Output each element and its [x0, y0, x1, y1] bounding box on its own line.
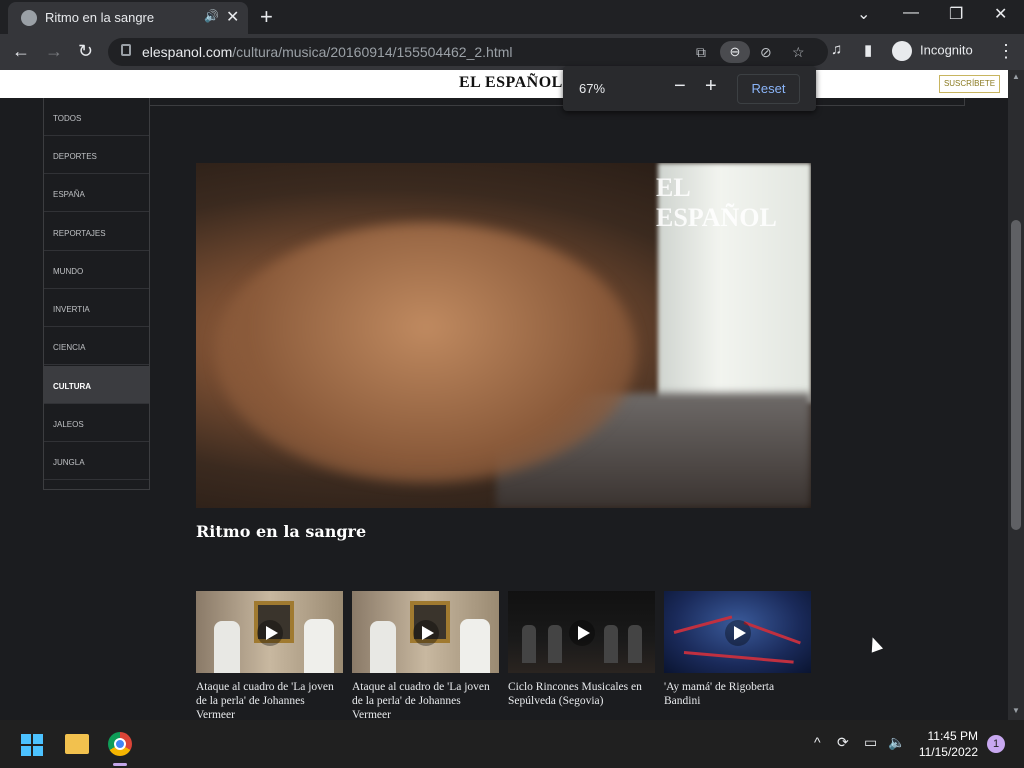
ribbon-shape	[683, 651, 794, 664]
nav-item-jaleos[interactable]: JALEOS	[44, 404, 149, 442]
related-video-card[interactable]: 'Ay mamá' de Rigoberta Bandini	[664, 591, 811, 708]
related-video-card[interactable]: Ataque al cuadro de 'La joven de la perl…	[352, 591, 499, 720]
tab-search-icon[interactable]: ⌄	[857, 4, 870, 24]
related-thumbnail[interactable]	[196, 591, 343, 673]
musician-figure	[628, 625, 642, 663]
notification-badge[interactable]: 1	[987, 735, 1005, 753]
nav-item-espana[interactable]: ESPAÑA	[44, 174, 149, 212]
related-caption[interactable]: Ataque al cuadro de 'La joven de la perl…	[352, 680, 499, 720]
divider	[964, 98, 965, 106]
person-figure	[214, 621, 240, 673]
scroll-up-arrow-icon[interactable]: ▲	[1012, 72, 1020, 81]
video-watermark: EL ESPAÑOL	[656, 173, 777, 232]
musician-figure	[522, 625, 536, 663]
related-thumbnail[interactable]	[352, 591, 499, 673]
side-panel-icon[interactable]: ▮	[864, 41, 872, 59]
restore-button[interactable]: ❐	[949, 4, 963, 24]
site-header: EL ESPAÑOL SUSCRÍBETE	[0, 70, 1008, 98]
nav-item-jungla[interactable]: JUNGLA	[44, 442, 149, 480]
related-thumbnail[interactable]	[664, 591, 811, 673]
related-thumbnail[interactable]	[508, 591, 655, 673]
menu-icon[interactable]: ⋮	[997, 41, 1015, 62]
forward-button[interactable]: →	[45, 41, 63, 62]
windows-taskbar: ^ ⟳ ▭ 🔈 11:45 PM 11/15/2022 1	[0, 720, 1024, 768]
musician-figure	[548, 625, 562, 663]
address-bar[interactable]: elespanol.com/cultura/musica/20160914/15…	[108, 38, 828, 66]
system-clock[interactable]: 11:45 PM 11/15/2022	[912, 728, 978, 760]
person-figure	[304, 619, 334, 673]
nav-item-deportes[interactable]: DEPORTES	[44, 136, 149, 174]
reload-button[interactable]: ↻	[78, 41, 93, 62]
start-button[interactable]	[21, 734, 43, 756]
incognito-icon	[892, 41, 912, 61]
scrollbar-thumb[interactable]	[1011, 220, 1021, 530]
file-explorer-icon[interactable]	[65, 734, 89, 754]
related-video-card[interactable]: Ataque al cuadro de 'La joven de la perl…	[196, 591, 343, 720]
url-text[interactable]: elespanol.com/cultura/musica/20160914/15…	[142, 44, 512, 60]
nav-item-mundo[interactable]: MUNDO	[44, 251, 149, 289]
eye-slash-icon[interactable]: ⊘	[760, 44, 772, 61]
network-icon[interactable]: ▭	[864, 734, 877, 751]
play-icon[interactable]	[257, 620, 283, 646]
play-icon[interactable]	[569, 620, 595, 646]
nav-item-cultura[interactable]: CULTURA	[44, 366, 149, 404]
divider	[150, 105, 965, 106]
nav-item-reportajes[interactable]: REPORTAJES	[44, 213, 149, 251]
scroll-down-arrow-icon[interactable]: ▼	[1012, 706, 1020, 715]
ribbon-shape	[673, 615, 733, 634]
video-frame-subject	[216, 223, 636, 483]
new-tab-button[interactable]: +	[260, 4, 273, 30]
chrome-icon[interactable]	[108, 732, 132, 756]
zoom-out-button[interactable]: −	[674, 75, 686, 98]
musician-figure	[604, 625, 618, 663]
site-logo[interactable]: EL ESPAÑOL	[459, 74, 563, 92]
nav-item-todos[interactable]: TODOS	[44, 98, 149, 136]
back-button[interactable]: ←	[12, 41, 30, 62]
section-nav: TODOS DEPORTES ESPAÑA REPORTAJES MUNDO I…	[43, 98, 150, 490]
incognito-profile[interactable]: Incognito	[892, 41, 973, 61]
media-control-icon[interactable]: ♫	[831, 41, 842, 58]
subscribe-button[interactable]: SUSCRÍBETE	[939, 75, 1000, 93]
sync-icon[interactable]: ⟳	[837, 734, 849, 751]
clock-time: 11:45 PM	[927, 729, 978, 743]
zoom-reset-button[interactable]: Reset	[737, 74, 800, 104]
ribbon-shape	[743, 621, 801, 645]
related-caption[interactable]: 'Ay mamá' de Rigoberta Bandini	[664, 680, 811, 708]
play-icon[interactable]	[413, 620, 439, 646]
browser-toolbar: ← → ↻ elespanol.com/cultura/musica/20160…	[0, 34, 1024, 70]
globe-icon	[21, 10, 37, 26]
active-app-indicator	[113, 763, 127, 766]
tray-overflow-icon[interactable]: ^	[814, 734, 821, 750]
related-caption[interactable]: Ciclo Rincones Musicales en Sepúlveda (S…	[508, 680, 655, 708]
zoom-popup: 67% − + Reset	[563, 66, 816, 111]
related-caption[interactable]: Ataque al cuadro de 'La joven de la perl…	[196, 680, 343, 720]
speaker-icon[interactable]: 🔊	[204, 9, 219, 23]
browser-tab[interactable]: Ritmo en la sangre 🔊 ✕	[8, 2, 248, 34]
close-window-button[interactable]: ✕	[994, 4, 1007, 24]
video-player[interactable]: EL ESPAÑOL	[196, 163, 811, 508]
minimize-button[interactable]: —	[903, 4, 919, 22]
person-figure	[460, 619, 490, 673]
tab-title: Ritmo en la sangre	[45, 10, 155, 25]
zoom-icon[interactable]: ⊖	[720, 41, 750, 63]
translate-icon[interactable]: ⧉	[696, 44, 706, 61]
video-title: Ritmo en la sangre	[196, 522, 367, 541]
clock-date: 11/15/2022	[918, 745, 978, 759]
volume-icon[interactable]: 🔈	[888, 734, 905, 751]
page-scrollbar[interactable]: ▲ ▼	[1008, 70, 1024, 720]
play-icon[interactable]	[725, 620, 751, 646]
zoom-level: 67%	[579, 81, 606, 96]
zoom-in-button[interactable]: +	[705, 75, 717, 98]
web-page: EL ESPAÑOL SUSCRÍBETE TODOS DEPORTES ESP…	[0, 70, 1008, 720]
close-tab-icon[interactable]: ✕	[226, 7, 239, 27]
related-video-card[interactable]: Ciclo Rincones Musicales en Sepúlveda (S…	[508, 591, 655, 708]
bookmark-star-icon[interactable]: ☆	[792, 44, 805, 61]
nav-item-ciencia[interactable]: CIENCIA	[44, 327, 149, 365]
tab-strip: Ritmo en la sangre 🔊 ✕ + ⌄ — ❐ ✕	[0, 0, 1024, 34]
lock-icon[interactable]	[121, 44, 131, 56]
person-figure	[370, 621, 396, 673]
nav-item-invertia[interactable]: INVERTIA	[44, 289, 149, 327]
